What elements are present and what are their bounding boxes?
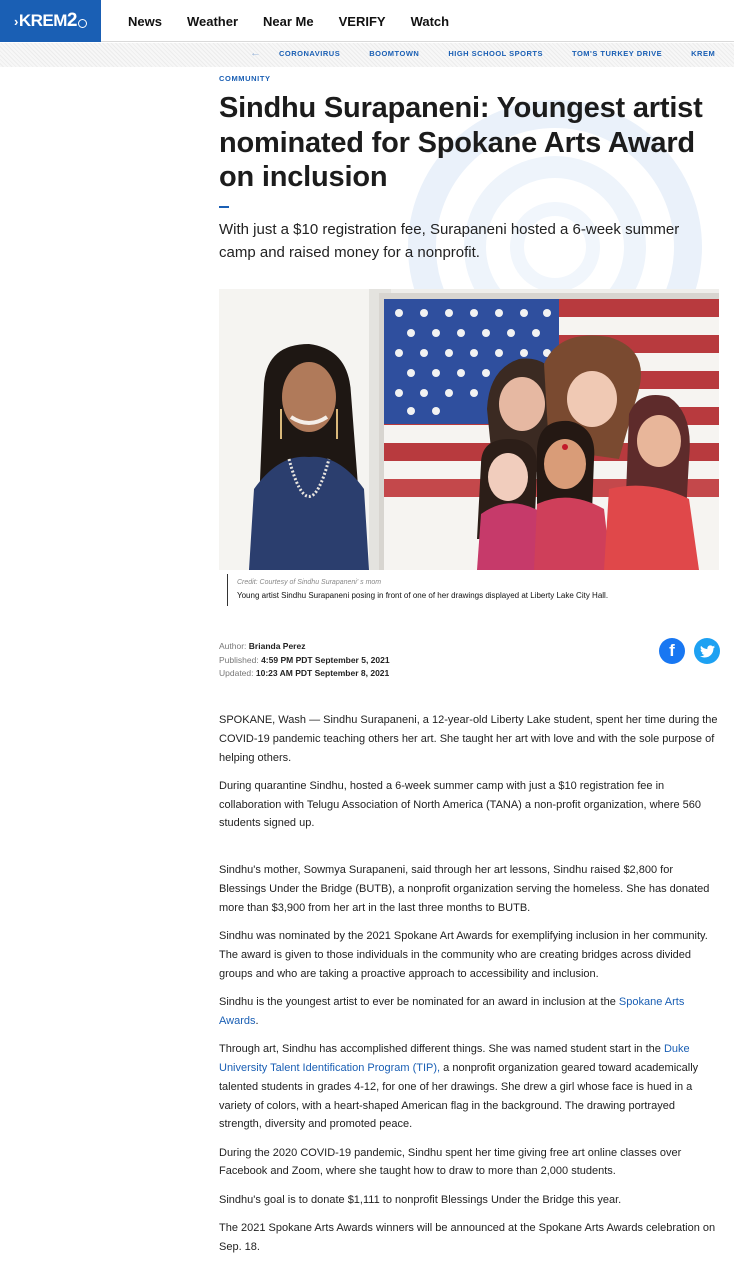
nav-watch[interactable]: Watch (411, 14, 450, 29)
facebook-share-icon[interactable]: f (659, 638, 685, 664)
cbs-eye-icon (77, 18, 87, 28)
published-date: 4:59 PM PDT September 5, 2021 (261, 654, 390, 665)
paragraph: During the 2020 COVID-19 pandemic, Sindh… (219, 1146, 682, 1178)
text-run: Through art, Sindhu has accomplished dif… (219, 1043, 664, 1056)
nav-verify[interactable]: VERIFY (339, 14, 386, 29)
twitter-share-icon[interactable] (694, 638, 720, 664)
article-summary: With just a $10 registration fee, Surapa… (219, 221, 680, 261)
text-run: . (255, 1014, 259, 1027)
site-header: › KREM 2 News Weather Near Me VERIFY Wat… (0, 0, 734, 42)
nav-news[interactable]: News (128, 14, 162, 29)
updated-date: 10:23 AM PDT September 8, 2021 (255, 668, 390, 678)
photo-credit: Credit: Courtesy of Sindhu Surapaneni' s… (237, 579, 382, 586)
title-divider (219, 206, 229, 208)
nav-weather[interactable]: Weather (187, 14, 238, 29)
topic-high-school-sports[interactable]: HIGH SCHOOL SPORTS (448, 49, 543, 58)
paragraph: The 2021 Spokane Arts Awards winners wil… (219, 1222, 716, 1253)
nav-near-me[interactable]: Near Me (263, 14, 314, 29)
photo-caption-block: Credit: Courtesy of Sindhu Surapaneni' s… (227, 574, 717, 606)
topic-toms-turkey-drive[interactable]: TOM'S TURKEY DRIVE (572, 49, 662, 58)
krem2-logo[interactable]: › KREM 2 (0, 0, 101, 42)
article-body: SPOKANE, Wash — Sindhu Surapaneni, a 12-… (219, 711, 719, 1262)
category-label[interactable]: COMMUNITY (219, 74, 271, 83)
author-label: Author: (219, 641, 247, 651)
paragraph: Through art, Sindhu has accomplished dif… (219, 1040, 719, 1134)
paragraph: SPOKANE, Wash — Sindhu Surapaneni, a 12-… (219, 714, 718, 764)
topic-coronavirus[interactable]: CORONAVIRUS (279, 49, 340, 58)
updated-label: Updated: (219, 668, 254, 678)
paragraph: Sindhu was nominated by the 2021 Spokane… (219, 930, 708, 980)
logo-text: KREM (18, 11, 68, 30)
published-label: Published: (219, 654, 259, 665)
text-run: Sindhu is the youngest artist to ever be… (219, 996, 619, 1009)
paragraph: Sindhu's goal is to donate $1,111 to non… (219, 1193, 622, 1206)
share-buttons: f (659, 638, 720, 664)
arrow-left-icon[interactable]: ← (250, 47, 261, 59)
byline: Author: Brianda Perez Published: 4:59 PM… (219, 640, 390, 681)
topic-krem[interactable]: KREM (691, 49, 715, 58)
article-photo[interactable] (219, 289, 719, 570)
photo-caption: Young artist Sindhu Surapaneni posing in… (237, 591, 609, 600)
author-name: Brianda Perez (248, 641, 306, 651)
main-nav: News Weather Near Me VERIFY Watch (128, 0, 474, 42)
topic-boomtown[interactable]: BOOMTOWN (369, 49, 419, 58)
article-title: Sindhu Surapaneni: Youngest artist nomin… (219, 92, 703, 193)
paragraph: Sindhu's mother, Sowmya Surapaneni, said… (219, 864, 710, 914)
topics-bar: ← CORONAVIRUS BOOMTOWN HIGH SCHOOL SPORT… (0, 43, 734, 67)
logo-number: 2 (66, 10, 78, 31)
paragraph: Sindhu is the youngest artist to ever be… (219, 993, 719, 1031)
chevron-right-icon: › (14, 13, 18, 29)
paragraph: During quarantine Sindhu, hosted a 6-wee… (219, 779, 702, 830)
